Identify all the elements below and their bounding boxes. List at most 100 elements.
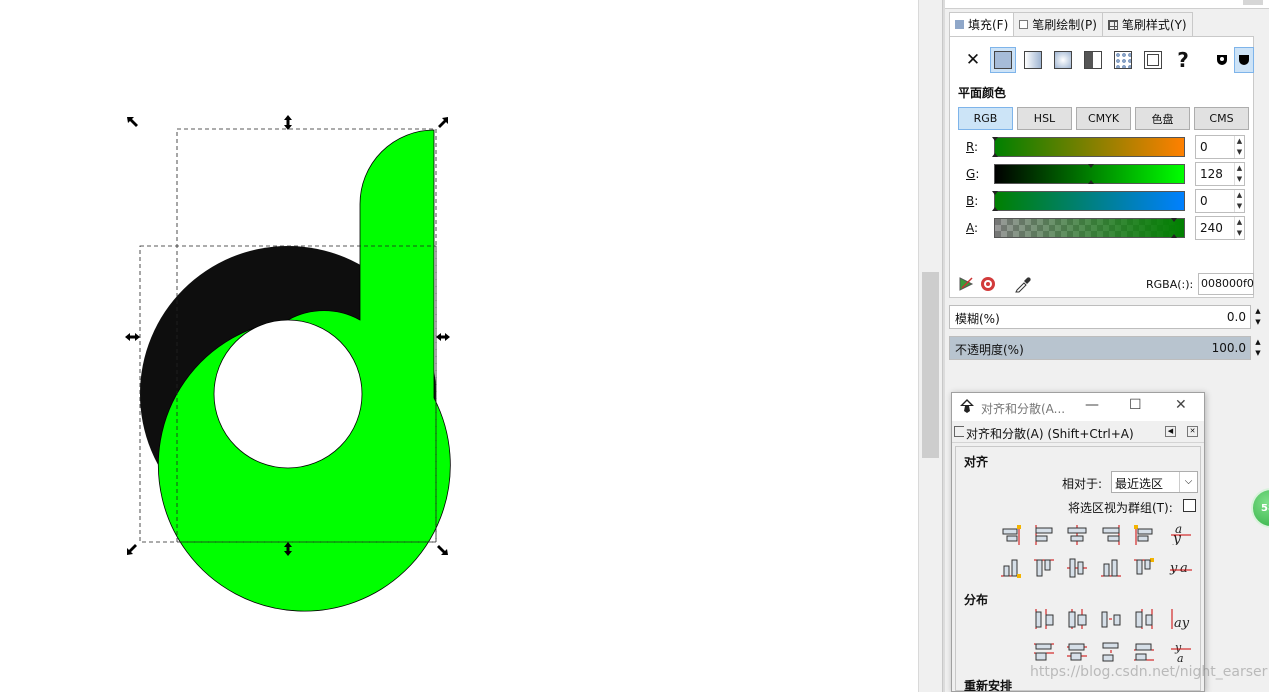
distribute-text-anchors-icon[interactable]: ay <box>1169 607 1193 631</box>
panel-grip[interactable] <box>1243 0 1263 5</box>
align-top-edges-icon[interactable] <box>1032 556 1056 580</box>
green-d-shape[interactable] <box>157 129 451 612</box>
distribute-right-edges-icon[interactable] <box>1132 607 1156 631</box>
minimize-icon[interactable]: — <box>1085 397 1099 413</box>
fill-rule-nonzero-button[interactable] <box>1234 47 1254 73</box>
opacity-label: 不透明度(%) <box>955 343 1024 357</box>
pattern-button[interactable] <box>1110 47 1136 73</box>
channel-b-slider[interactable] <box>992 191 1185 211</box>
distribute-centers-vertical-icon[interactable] <box>1065 640 1089 664</box>
channel-r-marker-top[interactable] <box>992 137 998 141</box>
channel-g-marker-bottom[interactable] <box>1088 180 1094 184</box>
mode-cmyk-button[interactable]: CMYK <box>1076 107 1131 130</box>
align-right-edges-icon[interactable] <box>1099 523 1123 547</box>
align-bottom-to-top-icon[interactable] <box>1132 556 1156 580</box>
distribute-left-edges-icon[interactable] <box>1032 607 1056 631</box>
channel-g-marker-top[interactable] <box>1088 164 1094 168</box>
channel-g-spinbox[interactable]: 128 ▲ ▼ <box>1195 162 1245 186</box>
blur-spin-arrows[interactable]: ▲ ▼ <box>1253 306 1263 328</box>
no-paint-button[interactable]: ✕ <box>960 47 986 73</box>
blur-value[interactable]: 0.0 <box>1227 310 1246 324</box>
evenodd-icon <box>1217 55 1227 65</box>
channel-r-marker-bottom[interactable] <box>992 153 998 157</box>
distribute-gaps-horizontal-icon[interactable] <box>1099 607 1123 631</box>
stroke-style-tab-icon <box>1107 19 1118 30</box>
channel-a-marker-bottom[interactable] <box>1171 234 1177 238</box>
channel-b-marker-top[interactable] <box>992 191 998 195</box>
channel-g-spin-arrows[interactable]: ▲ ▼ <box>1234 163 1244 185</box>
align-left-to-right-icon[interactable] <box>1132 523 1156 547</box>
canvas-artwork[interactable] <box>0 0 918 692</box>
channel-a-spin-arrows[interactable]: ▲ ▼ <box>1234 217 1244 239</box>
opacity-slider[interactable]: 不透明度(%) 100.0 ▲ ▼ <box>949 336 1261 360</box>
opacity-spin-arrows[interactable]: ▲ ▼ <box>1253 337 1263 359</box>
linear-gradient-button[interactable] <box>1020 47 1046 73</box>
distribute-gaps-vertical-icon[interactable] <box>1099 640 1123 664</box>
color-managed-icon[interactable] <box>958 276 974 292</box>
out-of-gamut-icon[interactable] <box>980 276 996 292</box>
mode-hsl-button[interactable]: HSL <box>1017 107 1072 130</box>
channel-b-spinbox[interactable]: 0 ▲ ▼ <box>1195 189 1245 213</box>
relative-to-select[interactable]: 最近选区 ⌵ <box>1111 471 1198 493</box>
channel-g-slider[interactable] <box>994 164 1185 184</box>
radial-gradient-button[interactable] <box>1050 47 1076 73</box>
linear-gradient-icon <box>1024 51 1042 69</box>
vertical-scrollbar[interactable] <box>918 0 942 692</box>
channel-r-value[interactable]: 0 <box>1200 140 1208 154</box>
fill-rule-evenodd-button[interactable] <box>1212 47 1232 73</box>
dock-iconify-icon[interactable]: ◀ <box>1165 426 1176 437</box>
dock-grip-icon <box>954 426 964 437</box>
tab-fill[interactable]: 填充(F) <box>949 12 1015 36</box>
maximize-icon[interactable]: ☐ <box>1129 397 1142 413</box>
dialog-titlebar[interactable]: 对齐和分散(A... — ☐ ✕ <box>952 393 1204 421</box>
mode-rgb-button[interactable]: RGB <box>958 107 1013 130</box>
align-text-anchor-icon[interactable]: ay <box>1169 521 1193 545</box>
eyedropper-icon[interactable] <box>1014 275 1032 293</box>
tab-stroke-paint-label: 笔刷绘制(P) <box>1032 18 1097 32</box>
channel-a-marker-top[interactable] <box>1171 218 1177 222</box>
dock-close-icon[interactable]: ✕ <box>1187 426 1198 437</box>
channel-a-spinbox[interactable]: 240 ▲ ▼ <box>1195 216 1245 240</box>
align-content: 对齐 相对于: 最近选区 ⌵ 将选区视为群组(T): ay ya 分布 ay y… <box>955 446 1201 691</box>
channel-r-spin-arrows[interactable]: ▲ ▼ <box>1234 136 1244 158</box>
center-horizontal-axis-icon[interactable] <box>1065 556 1089 580</box>
tab-stroke-paint[interactable]: 笔刷绘制(P) <box>1013 12 1103 36</box>
rgba-input[interactable]: 008000f0 <box>1198 273 1254 295</box>
channel-b-spin-arrows[interactable]: ▲ ▼ <box>1234 190 1244 212</box>
channel-a-slider[interactable] <box>994 218 1185 238</box>
flat-color-button[interactable] <box>990 47 1016 73</box>
handle-right-mid <box>436 333 450 341</box>
opacity-value[interactable]: 100.0 <box>1212 341 1246 355</box>
channel-r-slider[interactable] <box>992 137 1185 157</box>
distribute-bottom-edges-icon[interactable] <box>1132 640 1156 664</box>
channel-b: B: 0 ▲ ▼ <box>966 189 1256 213</box>
mode-cms-button[interactable]: CMS <box>1194 107 1249 130</box>
scrollbar-thumb[interactable] <box>922 272 939 458</box>
channel-b-label: B: <box>966 194 979 208</box>
channel-a-value[interactable]: 240 <box>1200 221 1223 235</box>
chevron-down-icon[interactable]: ⌵ <box>1179 472 1197 492</box>
channel-b-value[interactable]: 0 <box>1200 194 1208 208</box>
treat-as-group-checkbox[interactable] <box>1183 499 1196 512</box>
channel-g-value[interactable]: 128 <box>1200 167 1223 181</box>
center-vertical-axis-icon[interactable] <box>1065 523 1089 547</box>
swatch-button[interactable] <box>1140 47 1166 73</box>
channel-b-marker-bottom[interactable] <box>992 207 998 211</box>
distribute-centers-horizontal-icon[interactable] <box>1065 607 1089 631</box>
align-top-to-bottom-icon[interactable] <box>999 556 1023 580</box>
close-icon[interactable]: ✕ <box>1175 397 1187 413</box>
tab-stroke-style[interactable]: 笔刷样式(Y) <box>1101 12 1193 36</box>
align-right-to-left-icon[interactable] <box>999 523 1023 547</box>
distribute-baselines-icon[interactable]: ya <box>1169 640 1193 664</box>
align-bottom-edges-icon[interactable] <box>1099 556 1123 580</box>
distribute-top-edges-icon[interactable] <box>1032 640 1056 664</box>
mode-wheel-button[interactable]: 色盘 <box>1135 107 1190 130</box>
align-left-edges-icon[interactable] <box>1032 523 1056 547</box>
align-baseline-icon[interactable]: ya <box>1169 556 1193 580</box>
blur-slider[interactable]: 模糊(%) 0.0 ▲ ▼ <box>949 305 1261 329</box>
drawing-canvas[interactable] <box>0 0 918 692</box>
relative-to-value: 最近选区 <box>1115 477 1164 491</box>
mesh-gradient-button[interactable] <box>1080 47 1106 73</box>
channel-r-spinbox[interactable]: 0 ▲ ▼ <box>1195 135 1245 159</box>
unset-paint-button[interactable]: ? <box>1170 47 1196 73</box>
